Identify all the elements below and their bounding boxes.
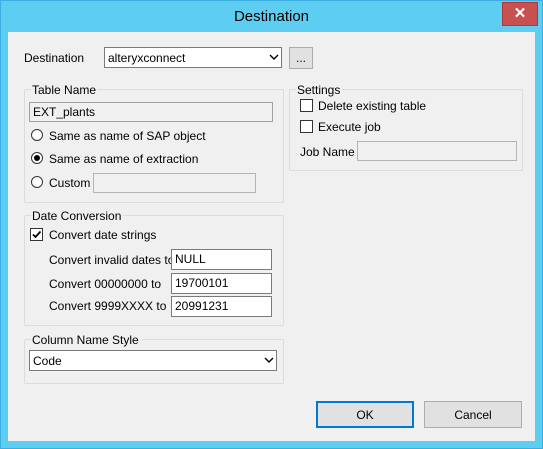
invalid-dates-field[interactable]: NULL bbox=[171, 249, 272, 270]
title-bar[interactable]: Destination ✕ bbox=[1, 1, 542, 31]
radio-same-as-sap-object[interactable] bbox=[31, 129, 43, 141]
date-conversion-group-label: Date Conversion bbox=[31, 209, 124, 223]
execute-job-label[interactable]: Execute job bbox=[318, 120, 381, 134]
close-icon: ✕ bbox=[513, 5, 527, 22]
convert-date-strings-label[interactable]: Convert date strings bbox=[49, 228, 156, 242]
window-title: Destination bbox=[233, 8, 310, 25]
chevron-down-icon bbox=[264, 357, 274, 363]
radio-same-as-extraction[interactable] bbox=[31, 152, 43, 164]
delete-existing-table-label[interactable]: Delete existing table bbox=[318, 99, 426, 113]
convert-invalid-label: Convert invalid dates to bbox=[49, 253, 175, 267]
table-name-group-label: Table Name bbox=[31, 83, 99, 97]
destination-dialog: Destination ✕ Destination alteryxconnect… bbox=[0, 0, 543, 449]
custom-name-field[interactable] bbox=[93, 173, 256, 193]
delete-existing-table-checkbox[interactable] bbox=[300, 99, 313, 112]
chevron-down-icon bbox=[269, 54, 279, 60]
option-custom-label[interactable]: Custom bbox=[49, 176, 90, 190]
zero-dates-field[interactable]: 19700101 bbox=[171, 273, 272, 294]
browse-button[interactable]: ... bbox=[289, 47, 313, 69]
destination-select[interactable]: alteryxconnect bbox=[104, 47, 282, 68]
cancel-button-label: Cancel bbox=[454, 408, 492, 422]
dialog-body: Destination alteryxconnect ... Table Nam… bbox=[8, 32, 535, 441]
option-sap-object-label[interactable]: Same as name of SAP object bbox=[49, 129, 206, 143]
convert-nines-label: Convert 9999XXXX to bbox=[49, 299, 167, 313]
destination-value: alteryxconnect bbox=[108, 51, 186, 65]
column-name-style-value: Code bbox=[33, 354, 62, 368]
job-name-field[interactable] bbox=[357, 141, 517, 161]
browse-button-label: ... bbox=[295, 51, 306, 65]
radio-dot bbox=[34, 155, 40, 161]
radio-custom[interactable] bbox=[31, 176, 43, 188]
ok-button-label: OK bbox=[356, 408, 374, 422]
destination-label: Destination bbox=[24, 51, 85, 65]
close-button[interactable]: ✕ bbox=[502, 2, 538, 26]
job-name-label: Job Name bbox=[300, 145, 355, 159]
ok-button[interactable]: OK bbox=[316, 401, 414, 428]
checkmark-icon bbox=[32, 230, 42, 239]
table-name-field[interactable]: EXT_plants bbox=[29, 102, 273, 122]
convert-zeros-label: Convert 00000000 to bbox=[49, 277, 162, 291]
column-name-style-select[interactable]: Code bbox=[29, 350, 277, 371]
execute-job-checkbox[interactable] bbox=[300, 120, 313, 133]
cancel-button[interactable]: Cancel bbox=[424, 401, 522, 428]
column-name-style-group-label: Column Name Style bbox=[31, 333, 141, 347]
convert-date-strings-checkbox[interactable] bbox=[30, 228, 43, 241]
settings-group-label: Settings bbox=[296, 83, 343, 97]
nines-dates-field[interactable]: 20991231 bbox=[171, 296, 272, 317]
option-extraction-label[interactable]: Same as name of extraction bbox=[49, 152, 198, 166]
